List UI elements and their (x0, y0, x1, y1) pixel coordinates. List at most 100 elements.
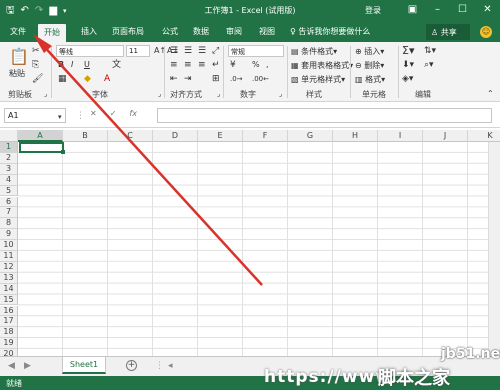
add-sheet-icon[interactable]: + (126, 360, 137, 371)
number-format-combo[interactable]: 常规 (228, 45, 284, 57)
percent-button[interactable]: % (252, 60, 260, 69)
align-top-icon[interactable]: ☰ (170, 46, 178, 56)
row-header-13[interactable]: 13 (0, 272, 18, 284)
column-header-j[interactable]: J (423, 130, 468, 142)
row-header-6[interactable]: 6 (0, 196, 18, 208)
row-header-12[interactable]: 12 (0, 261, 18, 273)
collapse-ribbon-icon[interactable]: ⌃ (487, 89, 494, 99)
row-header-20[interactable]: 20 (0, 349, 18, 356)
row-header-17[interactable]: 17 (0, 316, 18, 328)
copy-icon[interactable]: ⎘ (32, 60, 39, 70)
minimize-icon[interactable]: – (425, 2, 450, 18)
enter-icon[interactable]: ✓ (110, 109, 117, 118)
conditional-format-button[interactable]: ▤ 条件格式▾ (291, 46, 337, 57)
currency-icon[interactable]: ¥ (230, 60, 236, 70)
format-as-table-button[interactable]: ▦ 套用表格格式▾ (291, 60, 353, 71)
share-button[interactable]: ♙ 共享 (426, 24, 470, 40)
row-header-3[interactable]: 3 (0, 163, 18, 175)
find-select-icon[interactable]: ⌕▾ (424, 60, 434, 70)
font-name-combo[interactable]: 等线 (56, 45, 124, 57)
row-header-5[interactable]: 5 (0, 185, 18, 197)
align-left-icon[interactable]: ≡ (170, 60, 178, 70)
column-header-k[interactable]: K (468, 130, 500, 142)
autosum-icon[interactable]: Σ▾ (402, 45, 414, 56)
orientation-icon[interactable]: ⤢ (212, 46, 219, 56)
name-box-dropdown-icon[interactable]: ▾ (58, 112, 62, 122)
tab-insert[interactable]: 插入 (81, 26, 97, 37)
cell-area[interactable] (18, 142, 500, 356)
row-header-2[interactable]: 2 (0, 152, 18, 164)
tab-page-layout[interactable]: 页面布局 (112, 26, 144, 37)
font-color-icon[interactable]: A (104, 74, 110, 84)
delete-cells-button[interactable]: ⊖ 删除▾ (355, 60, 384, 71)
wrap-text-icon[interactable]: ↵ (212, 60, 220, 70)
row-header-10[interactable]: 10 (0, 240, 18, 251)
increase-decimal-icon[interactable]: .0→ (230, 74, 243, 84)
select-all-corner[interactable] (0, 130, 18, 142)
close-icon[interactable]: ✕ (475, 2, 500, 18)
decrease-decimal-icon[interactable]: .00← (252, 74, 269, 84)
login-button[interactable]: 登录 (365, 5, 381, 16)
tab-data[interactable]: 数据 (193, 26, 209, 37)
row-header-7[interactable]: 7 (0, 207, 18, 219)
column-header-h[interactable]: H (333, 130, 378, 142)
row-header-19[interactable]: 19 (0, 338, 18, 350)
tab-home[interactable]: 开始 (38, 24, 66, 42)
alignment-launcher-icon[interactable]: ⌟ (217, 89, 220, 99)
format-painter-icon[interactable]: 🖌 (32, 74, 43, 84)
font-launcher-icon[interactable]: ⌟ (158, 89, 161, 99)
column-header-f[interactable]: F (243, 130, 288, 142)
cut-icon[interactable]: ✂ (32, 46, 40, 56)
sheet-tab-sheet1[interactable]: Sheet1 (62, 357, 106, 374)
align-center-icon[interactable]: ≡ (184, 60, 192, 70)
comma-button[interactable]: , (266, 60, 269, 69)
underline-button[interactable]: U (84, 60, 90, 69)
sort-filter-icon[interactable]: ⇅▾ (424, 46, 436, 56)
tab-file[interactable]: 文件 (10, 26, 26, 37)
prev-sheet-icon[interactable]: ◀ (8, 361, 15, 371)
insert-cells-button[interactable]: ⊕ 插入▾ (355, 46, 384, 57)
tab-split-grip-icon[interactable]: ⋮ (155, 361, 164, 371)
cancel-icon[interactable]: ✕ (90, 109, 97, 118)
cell-styles-button[interactable]: ▧ 单元格样式▾ (291, 74, 345, 85)
font-size-combo[interactable]: 11 (126, 45, 150, 57)
phonetic-icon[interactable]: 文 (112, 60, 121, 70)
tab-formulas[interactable]: 公式 (162, 26, 178, 37)
column-header-g[interactable]: G (288, 130, 333, 142)
tab-review[interactable]: 审阅 (226, 26, 242, 37)
scroll-left-icon[interactable]: ◂ (168, 361, 173, 371)
column-header-c[interactable]: C (108, 130, 153, 142)
align-bottom-icon[interactable]: ☰ (198, 46, 206, 56)
clear-icon[interactable]: ◈▾ (402, 74, 413, 84)
row-header-15[interactable]: 15 (0, 294, 18, 306)
name-box[interactable]: A1 (4, 108, 66, 123)
italic-button[interactable]: I (71, 60, 73, 69)
tell-me-search[interactable]: ♀ 告诉我你想要做什么 (290, 26, 370, 37)
feedback-smiley-icon[interactable]: ☺ (480, 26, 492, 38)
column-header-d[interactable]: D (153, 130, 198, 142)
number-launcher-icon[interactable]: ⌟ (279, 89, 282, 99)
column-header-b[interactable]: B (63, 130, 108, 142)
ribbon-display-icon[interactable]: ▣ (400, 2, 425, 18)
paste-button[interactable]: 粘贴 (9, 68, 25, 79)
decrease-indent-icon[interactable]: ⇤ (170, 74, 178, 84)
row-header-18[interactable]: 18 (0, 327, 18, 339)
row-header-14[interactable]: 14 (0, 283, 18, 295)
column-header-i[interactable]: I (378, 130, 423, 142)
row-header-4[interactable]: 4 (0, 174, 18, 186)
selected-cell-a1[interactable] (19, 142, 65, 154)
paste-icon[interactable]: 📋 (9, 48, 29, 66)
clipboard-launcher-icon[interactable]: ⌟ (44, 89, 47, 99)
tab-view[interactable]: 视图 (259, 26, 275, 37)
maximize-icon[interactable]: ☐ (450, 2, 475, 18)
column-header-a[interactable]: A (18, 130, 63, 142)
next-sheet-icon[interactable]: ▶ (24, 361, 31, 371)
align-right-icon[interactable]: ≡ (198, 60, 206, 70)
column-header-e[interactable]: E (198, 130, 243, 142)
formula-input[interactable] (157, 108, 492, 123)
fill-icon[interactable]: ⬇▾ (402, 60, 414, 70)
row-header-9[interactable]: 9 (0, 229, 18, 241)
insert-function-icon[interactable]: fx (129, 109, 137, 118)
row-header-1[interactable]: 1 (0, 142, 18, 153)
vertical-scrollbar[interactable] (488, 142, 500, 356)
